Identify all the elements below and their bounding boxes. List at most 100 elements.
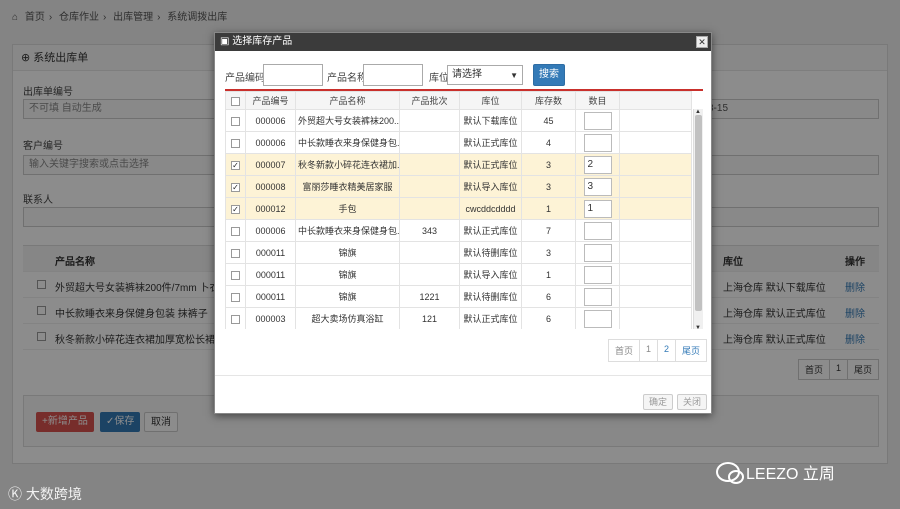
dialog-title-bar: ▣ 选择库存产品 ✕ — [215, 33, 711, 51]
qty-input[interactable] — [583, 287, 612, 306]
cell-location: 默认待删库位 — [459, 285, 522, 308]
cell-name: 锦旗 — [295, 285, 400, 308]
col-stock: 库存数 — [521, 91, 576, 110]
row-checkbox[interactable] — [231, 314, 240, 324]
qty-input[interactable] — [583, 221, 612, 240]
select-all-checkbox[interactable] — [231, 96, 240, 106]
qty-input[interactable] — [583, 309, 612, 328]
qty-input[interactable] — [583, 265, 612, 284]
cell-batch — [399, 109, 460, 132]
cell-stock: 3 — [521, 241, 576, 264]
stock-row[interactable]: 000006 外贸超大号女装裤袜200... 默认下载库位 45 — [225, 109, 692, 132]
qty-input[interactable] — [583, 133, 612, 152]
dialog-pager: 首页 1 2 尾页 — [608, 339, 708, 362]
code-label: 产品编码 — [225, 73, 265, 84]
cell-location: 默认导入库位 — [459, 263, 522, 286]
cell-name: 外贸超大号女装裤袜200... — [295, 109, 400, 132]
cell-stock: 1 — [521, 197, 576, 220]
cell-name: 锦旗 — [295, 263, 400, 286]
row-checkbox[interactable] — [231, 248, 240, 258]
window-icon: ▣ — [220, 36, 230, 47]
stock-row[interactable]: 000011 锦旗 默认导入库位 1 — [225, 263, 692, 286]
pager-last[interactable]: 尾页 — [675, 339, 708, 362]
cell-stock: 6 — [521, 285, 576, 308]
qty-input[interactable] — [583, 243, 612, 262]
col-qty: 数目 — [575, 91, 620, 110]
cell-batch — [399, 175, 460, 198]
cell-batch — [399, 131, 460, 154]
row-checkbox[interactable]: ✓ — [231, 182, 240, 192]
scroll-thumb[interactable] — [695, 115, 702, 311]
name-input[interactable] — [363, 64, 423, 86]
qty-input[interactable]: 3 — [583, 177, 612, 196]
stock-grid: 产品编号 产品名称 产品批次 库位 库存数 数目 000006 外贸超大号女装裤袜… — [225, 89, 703, 329]
cell-code: 000012 — [245, 197, 296, 220]
cell-stock: 7 — [521, 219, 576, 242]
qty-input[interactable] — [583, 111, 612, 130]
cell-location: 默认导入库位 — [459, 175, 522, 198]
row-checkbox[interactable] — [231, 116, 240, 126]
caret-down-icon: ▼ — [510, 71, 518, 80]
cell-code: 000006 — [245, 219, 296, 242]
cell-location: 默认正式库位 — [459, 131, 522, 154]
cell-stock: 45 — [521, 109, 576, 132]
search-button[interactable]: 搜索 — [533, 64, 565, 86]
grid-scrollbar[interactable]: ▲ ▼ — [693, 109, 703, 329]
qty-input[interactable]: 1 — [583, 199, 612, 218]
cell-batch — [399, 241, 460, 264]
close-icon[interactable]: ✕ — [696, 36, 708, 48]
cell-location: 默认下载库位 — [459, 109, 522, 132]
cell-name: 手包 — [295, 197, 400, 220]
row-checkbox[interactable] — [231, 270, 240, 280]
dialog-title: 选择库存产品 — [232, 36, 293, 47]
watermark-left: Ⓚ 大数跨境 — [8, 486, 82, 502]
cell-batch: 343 — [399, 219, 460, 242]
cell-batch — [399, 197, 460, 220]
stock-row[interactable]: ✓ 000007 秋冬新款小碎花连衣裙加... 默认正式库位 3 2 — [225, 153, 692, 176]
row-checkbox[interactable]: ✓ — [231, 204, 240, 214]
search-bar: 产品编码 产品名称 库位 请选择 ▼ 搜索 — [225, 63, 705, 87]
row-checkbox[interactable]: ✓ — [231, 160, 240, 170]
location-select[interactable]: 请选择 ▼ — [447, 65, 523, 85]
qty-input[interactable]: 2 — [583, 155, 612, 174]
row-checkbox[interactable] — [231, 138, 240, 148]
close-button[interactable]: 关闭 — [677, 394, 708, 410]
cell-location: 默认正式库位 — [459, 219, 522, 242]
confirm-button[interactable]: 确定 — [643, 394, 674, 410]
stock-row[interactable]: 000011 锦旗 默认待删库位 3 — [225, 241, 692, 264]
cell-code: 000011 — [245, 263, 296, 286]
pager-first[interactable]: 首页 — [608, 339, 641, 362]
cell-batch: 1221 — [399, 285, 460, 308]
cell-code: 000011 — [245, 285, 296, 308]
cell-name: 中长款睡衣来身保健身包... — [295, 219, 400, 242]
logo-icon: Ⓚ — [8, 486, 22, 502]
cell-stock: 3 — [521, 175, 576, 198]
cell-batch: 121 — [399, 307, 460, 329]
code-input[interactable] — [263, 64, 323, 86]
stock-row[interactable]: ✓ 000012 手包 cwcddcdddd 1 1 — [225, 197, 692, 220]
cell-name: 秋冬新款小碎花连衣裙加... — [295, 153, 400, 176]
stock-row[interactable]: 000006 中长款睡衣来身保健身包... 默认正式库位 4 — [225, 131, 692, 154]
cell-location: cwcddcdddd — [459, 197, 522, 220]
stock-row[interactable]: 000006 中长款睡衣来身保健身包... 343 默认正式库位 7 — [225, 219, 692, 242]
pager-page-1[interactable]: 1 — [639, 339, 659, 362]
cell-stock: 6 — [521, 307, 576, 329]
cell-name: 中长款睡衣来身保健身包... — [295, 131, 400, 154]
stock-row[interactable]: 000003 超大卖场仿真浴缸 121 默认正式库位 6 — [225, 307, 692, 329]
cell-stock: 3 — [521, 153, 576, 176]
watermark-right: LEEZO 立周 — [716, 460, 835, 484]
row-checkbox[interactable] — [231, 292, 240, 302]
col-name: 产品名称 — [295, 91, 400, 110]
stock-row[interactable]: 000011 锦旗 1221 默认待删库位 6 — [225, 285, 692, 308]
name-label: 产品名称 — [327, 73, 367, 84]
col-batch: 产品批次 — [399, 91, 460, 110]
cell-location: 默认待删库位 — [459, 241, 522, 264]
cell-name: 超大卖场仿真浴缸 — [295, 307, 400, 329]
scroll-down-icon[interactable]: ▼ — [695, 325, 701, 329]
stock-row[interactable]: ✓ 000008 富丽莎睡衣精美居家服 默认导入库位 3 3 — [225, 175, 692, 198]
row-checkbox[interactable] — [231, 226, 240, 236]
cell-stock: 1 — [521, 263, 576, 286]
pager-page-2[interactable]: 2 — [657, 339, 677, 362]
cell-name: 富丽莎睡衣精美居家服 — [295, 175, 400, 198]
cell-code: 000006 — [245, 131, 296, 154]
